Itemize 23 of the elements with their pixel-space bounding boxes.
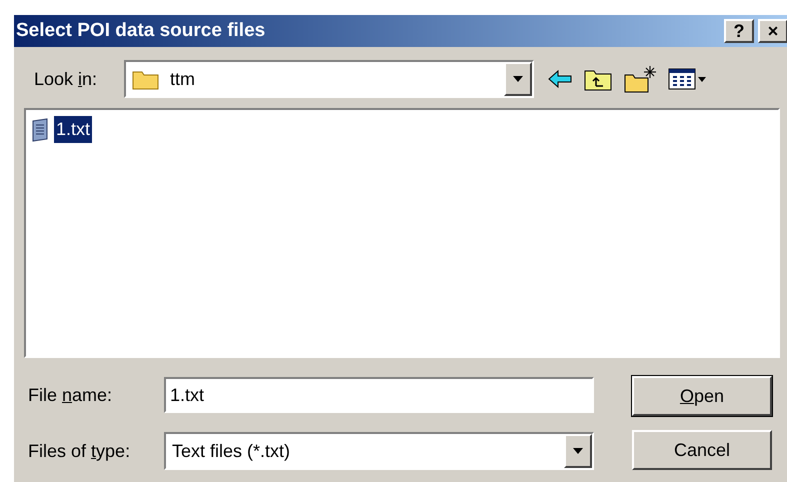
dropdown-button[interactable]: [504, 62, 532, 96]
help-button[interactable]: ?: [724, 19, 754, 43]
view-menu-icon[interactable]: [668, 68, 706, 90]
document-icon: [32, 118, 50, 142]
new-folder-icon[interactable]: [624, 65, 656, 93]
file-list[interactable]: 1.txt: [24, 108, 780, 358]
dropdown-button[interactable]: [564, 434, 592, 468]
back-arrow-icon[interactable]: [548, 70, 572, 88]
file-type-label: Files of type:: [28, 440, 132, 463]
file-type-dropdown[interactable]: Text files (*.txt): [164, 432, 594, 470]
file-type-value: Text files (*.txt): [171, 440, 292, 463]
look-in-label: Look in:: [34, 68, 98, 90]
close-button[interactable]: ×: [758, 19, 787, 43]
file-name-field[interactable]: 1.txt: [164, 377, 594, 413]
look-in-dropdown[interactable]: ttm: [124, 60, 534, 98]
cancel-button[interactable]: Cancel: [632, 430, 772, 470]
window-title: Select POI data source files: [16, 18, 266, 43]
file-name-label: File name:: [28, 384, 114, 406]
caret-icon: [573, 448, 583, 454]
file-item[interactable]: 1.txt: [54, 116, 92, 143]
look-in-value: ttm: [170, 68, 196, 90]
open-button[interactable]: Open: [632, 376, 772, 416]
caret-icon: [513, 76, 523, 82]
